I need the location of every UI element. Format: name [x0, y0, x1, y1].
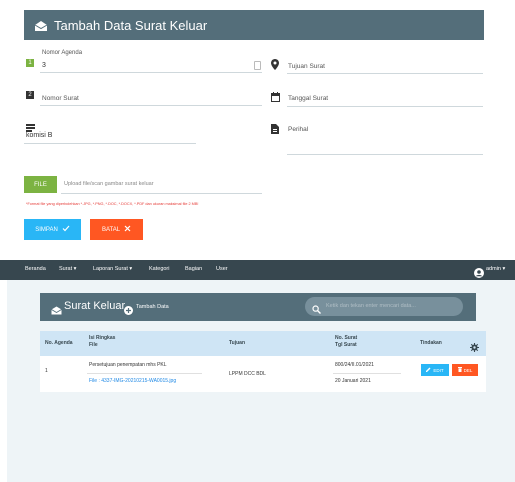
tambah-data-link[interactable]: Tambah Data — [136, 304, 169, 310]
envelope-icon — [51, 302, 62, 320]
file-path-underline — [61, 193, 262, 194]
col-tgl-surat: Tgl Surat — [335, 342, 357, 348]
col-tindakan: Tindakan — [420, 340, 442, 346]
nav-laporan-surat[interactable]: Laporan Surat ▾ — [93, 266, 132, 272]
tanggal-surat-input[interactable]: Tanggal Surat — [288, 95, 328, 102]
cell-isi-ringkas: Persetujuan penempatan mhs PKL — [89, 362, 167, 368]
col-no-agenda: No. Agenda — [45, 340, 73, 346]
envelope-open-icon — [34, 19, 48, 31]
nav-admin[interactable]: admin ▾ — [486, 266, 505, 272]
nomor-surat-underline — [40, 105, 262, 106]
perihal-input[interactable]: Perihal — [288, 126, 308, 133]
col-no-surat: No. Surat — [335, 335, 358, 341]
file-link[interactable]: 4337-IMG-20210215-WA0015.jpg — [101, 378, 176, 384]
nav-kategori[interactable]: Kategori — [149, 266, 170, 272]
col-isi-ringkas: Isi Ringkas — [89, 335, 116, 341]
calendar-icon — [271, 89, 280, 107]
search-icon — [312, 301, 321, 319]
col-tujuan: Tujuan — [229, 340, 246, 346]
cell-divider — [87, 373, 202, 374]
number-spinner[interactable] — [254, 61, 261, 70]
simpan-button[interactable]: SIMPAN — [24, 219, 81, 240]
nomor-agenda-label: Nomor Agenda — [42, 50, 83, 56]
description-icon — [271, 121, 279, 139]
nomor-agenda-underline — [40, 72, 262, 73]
edit-label: EDIT — [433, 367, 444, 373]
form-header: Tambah Data Surat Keluar — [24, 10, 484, 40]
cell-file[interactable]: File : 4337-IMG-20210215-WA0015.jpg — [89, 378, 176, 384]
form-title: Tambah Data Surat Keluar — [54, 17, 208, 33]
perihal-underline — [287, 154, 483, 155]
simpan-label: SIMPAN — [35, 226, 58, 233]
looks-one-icon: 1 — [26, 59, 34, 67]
looks-two-icon: 2 — [26, 91, 34, 99]
search-input[interactable]: Ketik dan tekan enter mencari data... — [326, 303, 416, 309]
tujuan-surat-underline — [287, 73, 483, 74]
tanggal-surat-underline — [287, 106, 483, 107]
location-icon — [271, 57, 279, 75]
del-label: DEL — [463, 367, 473, 373]
nomor-agenda-input[interactable]: 3 — [42, 62, 46, 69]
nav-surat[interactable]: Surat ▾ — [59, 266, 76, 272]
tujuan-surat-input[interactable]: Tujuan Surat — [288, 63, 325, 70]
batal-button[interactable]: BATAL — [90, 219, 143, 240]
batal-label: BATAL — [101, 226, 121, 233]
delete-button[interactable]: DEL — [452, 364, 478, 376]
file-label: File : — [89, 378, 100, 384]
file-format-note: *Format file yang diperbolehkan *.JPG, *… — [26, 202, 199, 206]
navbar: Beranda Surat ▾ Laporan Surat ▾ Kategori… — [0, 260, 515, 280]
cell-tgl-surat: 20 Januari 2021 — [335, 378, 371, 384]
cell-no-agenda: 1 — [45, 368, 48, 374]
check-icon — [62, 225, 70, 234]
edit-icon — [426, 367, 431, 373]
nav-bagian[interactable]: Bagian — [185, 266, 202, 272]
edit-button[interactable]: EDIT — [421, 364, 449, 376]
settings-icon[interactable] — [470, 339, 479, 357]
trash-icon — [457, 367, 462, 373]
isi-ringkas-input[interactable]: komisi B — [26, 132, 52, 139]
nomor-surat-input[interactable]: Nomor Surat — [42, 95, 79, 102]
cell-tujuan: LPPM DCC BDL — [229, 371, 266, 377]
file-button[interactable]: FILE — [24, 176, 57, 193]
close-icon — [124, 225, 131, 234]
col-file: File — [89, 342, 98, 348]
list-title: Surat Keluar — [64, 300, 126, 312]
isi-ringkas-underline — [24, 143, 196, 144]
file-path-input[interactable]: Upload file/scan gambar surat keluar — [64, 181, 154, 187]
cell-no-surat: 800/24/II.01/2021 — [335, 362, 374, 368]
cell-divider-2 — [333, 373, 401, 374]
nav-beranda[interactable]: Beranda — [25, 266, 46, 272]
add-circle-icon[interactable] — [124, 302, 133, 320]
nav-user[interactable]: User — [216, 266, 228, 272]
